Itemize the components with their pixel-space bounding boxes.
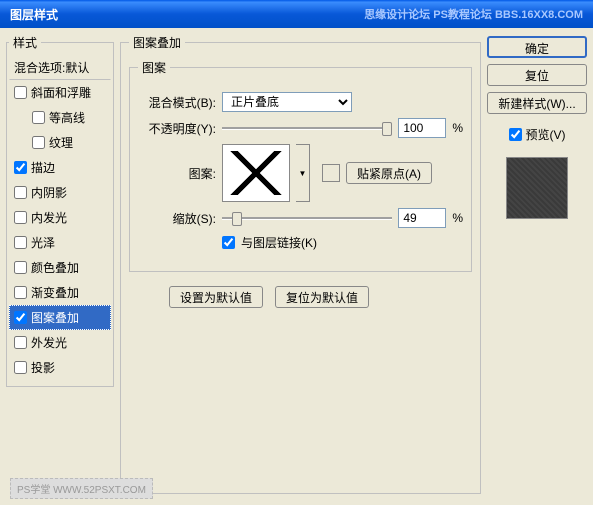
pattern-legend: 图案 <box>138 59 170 76</box>
main-column: 图案叠加 图案 混合模式(B): 正片叠底 不透明度(Y): % 图案: <box>120 34 481 494</box>
style-item-纹理[interactable]: 纹理 <box>9 130 111 155</box>
style-checkbox[interactable] <box>14 286 27 299</box>
style-item-渐变叠加[interactable]: 渐变叠加 <box>9 280 111 305</box>
snap-origin-button[interactable]: 贴紧原点(A) <box>346 162 432 184</box>
style-checkbox[interactable] <box>14 236 27 249</box>
percent-label-2: % <box>452 211 463 225</box>
opacity-input[interactable] <box>398 118 446 138</box>
style-item-内阴影[interactable]: 内阴影 <box>9 180 111 205</box>
watermark-footer: PS学堂 WWW.52PSXT.COM <box>10 478 153 499</box>
style-label: 图案叠加 <box>31 309 79 326</box>
style-item-斜面和浮雕[interactable]: 斜面和浮雕 <box>9 80 111 105</box>
preview-checkbox[interactable] <box>509 128 522 141</box>
style-label: 外发光 <box>31 334 67 351</box>
blend-mode-select[interactable]: 正片叠底 <box>222 92 352 112</box>
style-item-投影[interactable]: 投影 <box>9 355 111 380</box>
scale-input[interactable] <box>398 208 446 228</box>
preview-row: 预览(V) <box>487 126 587 143</box>
scale-row: 缩放(S): % <box>138 208 463 228</box>
pattern-dropdown-icon[interactable]: ▼ <box>296 144 310 202</box>
style-label: 描边 <box>31 159 55 176</box>
style-item-图案叠加[interactable]: 图案叠加 <box>9 305 111 330</box>
link-layer-label: 与图层链接(K) <box>241 234 317 251</box>
style-label: 投影 <box>31 359 55 376</box>
style-checkbox[interactable] <box>14 361 27 374</box>
preview-label: 预览(V) <box>526 126 566 143</box>
style-item-描边[interactable]: 描边 <box>9 155 111 180</box>
scale-slider[interactable] <box>222 208 392 228</box>
style-checkbox[interactable] <box>14 186 27 199</box>
scale-label: 缩放(S): <box>138 210 216 227</box>
dialog-body: 样式 混合选项:默认 斜面和浮雕等高线纹理描边内阴影内发光光泽颜色叠加渐变叠加图… <box>0 28 593 500</box>
opacity-label: 不透明度(Y): <box>138 120 216 137</box>
blend-options-label: 混合选项:默认 <box>14 59 89 76</box>
default-buttons-row: 设置为默认值 复位为默认值 <box>129 286 472 308</box>
style-checkbox[interactable] <box>14 311 27 324</box>
style-checkbox[interactable] <box>14 161 27 174</box>
style-item-外发光[interactable]: 外发光 <box>9 330 111 355</box>
right-column: 确定 复位 新建样式(W)... 预览(V) <box>487 34 587 494</box>
opacity-row: 不透明度(Y): % <box>138 118 463 138</box>
set-default-button[interactable]: 设置为默认值 <box>169 286 263 308</box>
pattern-swatch[interactable] <box>222 144 290 202</box>
new-style-button[interactable]: 新建样式(W)... <box>487 92 587 114</box>
style-checkbox[interactable] <box>32 111 45 124</box>
style-item-光泽[interactable]: 光泽 <box>9 230 111 255</box>
pattern-label: 图案: <box>138 165 216 182</box>
styles-column: 样式 混合选项:默认 斜面和浮雕等高线纹理描边内阴影内发光光泽颜色叠加渐变叠加图… <box>6 34 114 494</box>
style-item-内发光[interactable]: 内发光 <box>9 205 111 230</box>
styles-legend: 样式 <box>9 34 41 51</box>
style-label: 渐变叠加 <box>31 284 79 301</box>
style-label: 内阴影 <box>31 184 67 201</box>
style-checkbox[interactable] <box>14 211 27 224</box>
style-item-等高线[interactable]: 等高线 <box>9 105 111 130</box>
title-bar: 图层样式 思缘设计论坛 PS教程论坛 BBS.16XX8.COM <box>0 0 593 28</box>
reset-default-button[interactable]: 复位为默认值 <box>275 286 369 308</box>
style-label: 斜面和浮雕 <box>31 84 91 101</box>
link-layer-checkbox[interactable] <box>222 236 235 249</box>
main-fieldset: 图案叠加 图案 混合模式(B): 正片叠底 不透明度(Y): % 图案: <box>120 34 481 494</box>
watermark-top: 思缘设计论坛 PS教程论坛 BBS.16XX8.COM <box>364 6 583 22</box>
ok-button[interactable]: 确定 <box>487 36 587 58</box>
new-preset-icon[interactable] <box>322 164 340 182</box>
style-label: 等高线 <box>49 109 85 126</box>
style-label: 颜色叠加 <box>31 259 79 276</box>
main-legend: 图案叠加 <box>129 34 185 51</box>
preview-swatch <box>506 157 568 219</box>
link-row: 与图层链接(K) <box>138 234 463 251</box>
percent-label: % <box>452 121 463 135</box>
styles-fieldset: 样式 混合选项:默认 斜面和浮雕等高线纹理描边内阴影内发光光泽颜色叠加渐变叠加图… <box>6 34 114 387</box>
pattern-fieldset: 图案 混合模式(B): 正片叠底 不透明度(Y): % 图案: ▼ <box>129 59 472 272</box>
style-label: 光泽 <box>31 234 55 251</box>
style-label: 纹理 <box>49 134 73 151</box>
style-label: 内发光 <box>31 209 67 226</box>
blend-mode-label: 混合模式(B): <box>138 94 216 111</box>
style-checkbox[interactable] <box>14 336 27 349</box>
pattern-row: 图案: ▼ 贴紧原点(A) <box>138 144 463 202</box>
opacity-slider[interactable] <box>222 118 392 138</box>
blend-options-row[interactable]: 混合选项:默认 <box>9 55 111 80</box>
style-checkbox[interactable] <box>14 261 27 274</box>
blend-mode-row: 混合模式(B): 正片叠底 <box>138 92 463 112</box>
style-checkbox[interactable] <box>32 136 45 149</box>
reset-button[interactable]: 复位 <box>487 64 587 86</box>
style-checkbox[interactable] <box>14 86 27 99</box>
dialog-title: 图层样式 <box>10 6 58 22</box>
style-item-颜色叠加[interactable]: 颜色叠加 <box>9 255 111 280</box>
